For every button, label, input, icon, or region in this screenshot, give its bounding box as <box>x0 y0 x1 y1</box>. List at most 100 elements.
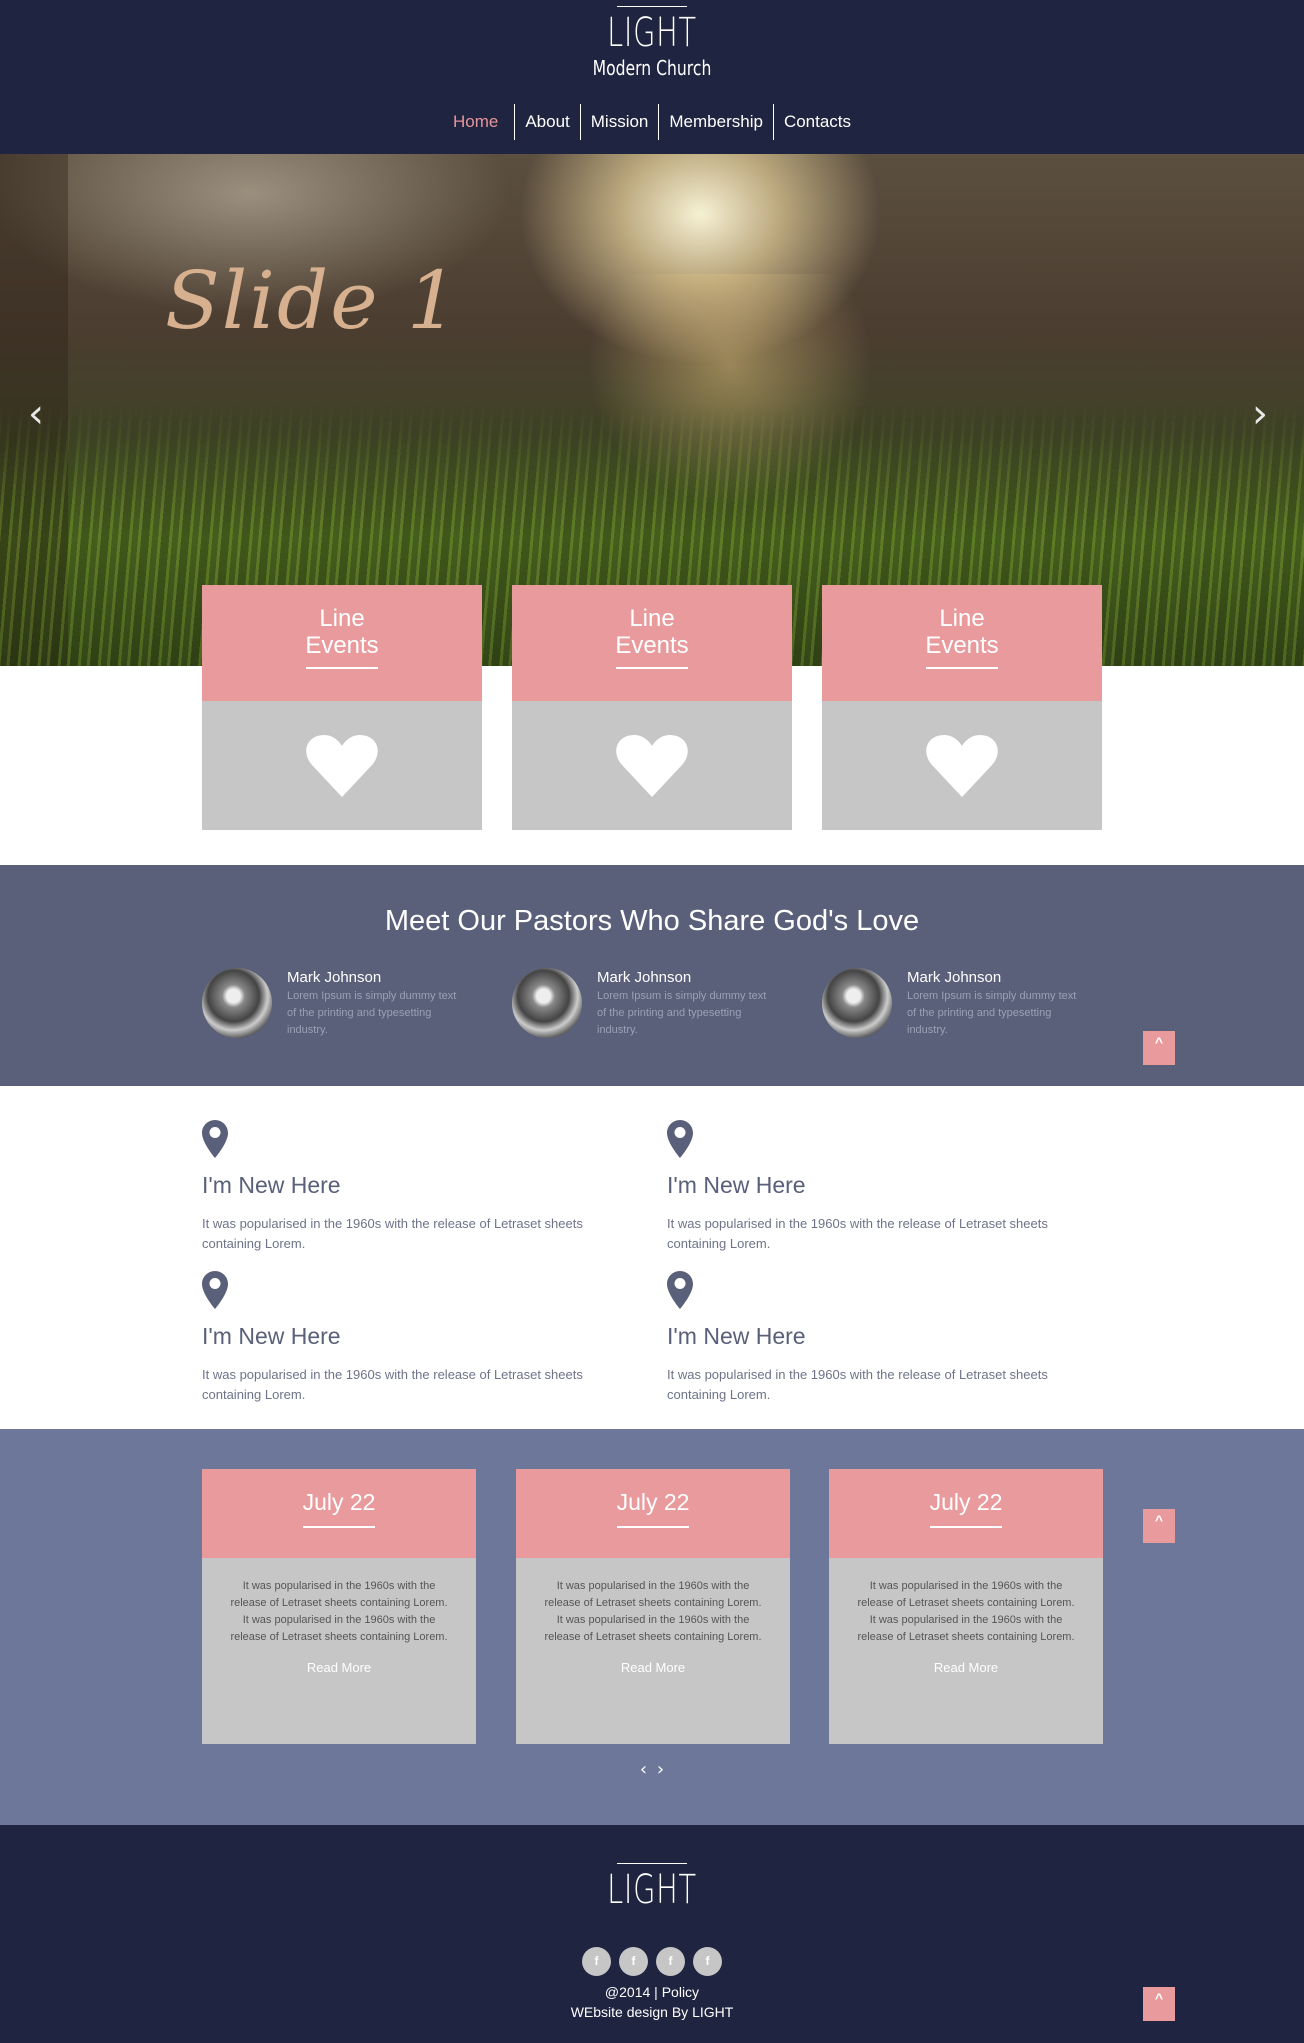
event-card-body <box>202 701 482 830</box>
nav-about[interactable]: About <box>514 104 579 140</box>
date-card-text: It was popularised in the 1960s with the… <box>857 1614 1075 1643</box>
feature-item: I'm New Here It was popularised in the 1… <box>667 1271 1107 1402</box>
facebook-icon[interactable]: f <box>693 1947 722 1976</box>
heart-icon <box>926 734 998 797</box>
date-card-text: It was popularised in the 1960s with the… <box>544 1580 762 1609</box>
chevron-right-icon[interactable]: › <box>655 1759 666 1780</box>
event-card[interactable]: Line Events <box>822 585 1102 830</box>
site-logo[interactable]: LIGHT Modern Church <box>0 6 1304 81</box>
heart-icon <box>616 734 688 797</box>
event-card-body <box>822 701 1102 830</box>
feature-item: I'm New Here It was popularised in the 1… <box>202 1120 642 1251</box>
event-card-body <box>512 701 792 830</box>
event-card-header: Line Events <box>822 585 1102 701</box>
logo-title: LIGHT <box>607 10 697 56</box>
map-pin-icon <box>202 1271 228 1309</box>
event-card-underline <box>926 667 998 669</box>
date-card-header: July 22 <box>516 1469 790 1558</box>
site-header: LIGHT Modern Church Home About Mission M… <box>0 0 1304 154</box>
footer-logo-title: LIGHT <box>607 1867 697 1913</box>
carousel-nav: ‹ › <box>0 1759 1304 1780</box>
map-pin-icon <box>667 1271 693 1309</box>
feature-title: I'm New Here <box>202 1323 341 1349</box>
date-card-underline <box>617 1526 689 1528</box>
feature-title: I'm New Here <box>202 1172 341 1198</box>
date-card-underline <box>930 1526 1002 1528</box>
event-card-title-line2: Events <box>615 632 689 659</box>
pastors-section: Meet Our Pastors Who Share God's Love Ma… <box>0 865 1304 1086</box>
pastor-description: Lorem Ipsum is simply dummy text of the … <box>907 990 1077 1036</box>
logo-subtitle: Modern Church <box>592 56 712 80</box>
date-card: July 22 It was popularised in the 1960s … <box>829 1469 1103 1744</box>
facebook-icon[interactable]: f <box>582 1947 611 1976</box>
event-card-title-line2: Events <box>925 632 999 659</box>
back-to-top-button[interactable]: ^ <box>1143 1031 1175 1065</box>
read-more-link[interactable]: Read More <box>621 1660 685 1675</box>
chevron-left-icon[interactable]: ‹ <box>28 394 44 434</box>
event-card-underline <box>616 667 688 669</box>
pastor-description: Lorem Ipsum is simply dummy text of the … <box>597 990 767 1036</box>
pastor-card[interactable]: Mark Johnson Lorem Ipsum is simply dummy… <box>202 968 502 1038</box>
date-card-date: July 22 <box>302 1489 376 1515</box>
policy-link[interactable]: Policy <box>662 1984 699 2000</box>
pastor-card[interactable]: Mark Johnson Lorem Ipsum is simply dummy… <box>512 968 812 1038</box>
event-card[interactable]: Line Events <box>202 585 482 830</box>
pastor-name: Mark Johnson <box>907 969 1002 986</box>
logo-rule <box>617 6 687 7</box>
date-card-header: July 22 <box>829 1469 1103 1558</box>
avatar <box>822 968 892 1038</box>
logo-rule <box>617 1863 687 1864</box>
event-card-title-line1: Line <box>629 605 675 632</box>
feature-title: I'm New Here <box>667 1323 806 1349</box>
read-more-link[interactable]: Read More <box>934 1660 998 1675</box>
facebook-icon[interactable]: f <box>656 1947 685 1976</box>
back-to-top-button[interactable]: ^ <box>1143 1987 1175 2021</box>
facebook-icon[interactable]: f <box>619 1947 648 1976</box>
date-card-body: It was popularised in the 1960s with the… <box>516 1558 790 1744</box>
pastor-card[interactable]: Mark Johnson Lorem Ipsum is simply dummy… <box>822 968 1122 1038</box>
feature-title: I'm New Here <box>667 1172 806 1198</box>
feature-text: It was popularised in the 1960s with the… <box>202 1216 583 1251</box>
social-links: f f f f <box>0 1947 1304 1976</box>
main-nav: Home About Mission Membership Contacts <box>0 104 1304 140</box>
nav-contacts[interactable]: Contacts <box>772 104 861 140</box>
event-card[interactable]: Line Events <box>512 585 792 830</box>
read-more-link[interactable]: Read More <box>307 1660 371 1675</box>
pastor-name: Mark Johnson <box>287 969 382 986</box>
pastors-heading: Meet Our Pastors Who Share God's Love <box>384 905 920 937</box>
date-card-underline <box>303 1526 375 1528</box>
nav-mission[interactable]: Mission <box>579 104 659 140</box>
date-card-header: July 22 <box>202 1469 476 1558</box>
date-card-date: July 22 <box>616 1489 690 1515</box>
site-footer: LIGHT f f f f @2014 | Policy WEbsite des… <box>0 1825 1304 2043</box>
slide-title: Slide 1 <box>165 254 460 347</box>
date-card-date: July 22 <box>929 1489 1003 1515</box>
feature-text: It was popularised in the 1960s with the… <box>667 1216 1048 1251</box>
avatar <box>512 968 582 1038</box>
copyright-text: @2014 | <box>604 1984 662 2000</box>
date-card-body: It was popularised in the 1960s with the… <box>829 1558 1103 1744</box>
event-card-title-line1: Line <box>939 605 985 632</box>
nav-membership[interactable]: Membership <box>658 104 773 140</box>
pastor-name: Mark Johnson <box>597 969 692 986</box>
copyright-line: @2014 | Policy <box>0 1982 1304 2002</box>
event-card-title-line2: Events <box>305 632 379 659</box>
chevron-right-icon[interactable]: › <box>1252 394 1268 434</box>
feature-item: I'm New Here It was popularised in the 1… <box>202 1271 642 1402</box>
events-dates-section: July 22 It was popularised in the 1960s … <box>0 1429 1304 1825</box>
date-card: July 22 It was popularised in the 1960s … <box>516 1469 790 1744</box>
chevron-left-icon[interactable]: ‹ <box>638 1759 649 1780</box>
date-card-text: It was popularised in the 1960s with the… <box>544 1614 762 1643</box>
feature-text: It was popularised in the 1960s with the… <box>202 1367 583 1402</box>
event-card-header: Line Events <box>512 585 792 701</box>
date-card-text: It was popularised in the 1960s with the… <box>230 1580 448 1609</box>
back-to-top-button[interactable]: ^ <box>1143 1509 1175 1543</box>
feature-item: I'm New Here It was popularised in the 1… <box>667 1120 1107 1251</box>
event-card-title-line1: Line <box>319 605 365 632</box>
nav-home[interactable]: Home <box>443 104 508 140</box>
pastor-description: Lorem Ipsum is simply dummy text of the … <box>287 990 457 1036</box>
footer-logo[interactable]: LIGHT <box>0 1863 1304 1912</box>
map-pin-icon <box>202 1120 228 1158</box>
map-pin-icon <box>667 1120 693 1158</box>
date-card-text: It was popularised in the 1960s with the… <box>857 1580 1075 1609</box>
